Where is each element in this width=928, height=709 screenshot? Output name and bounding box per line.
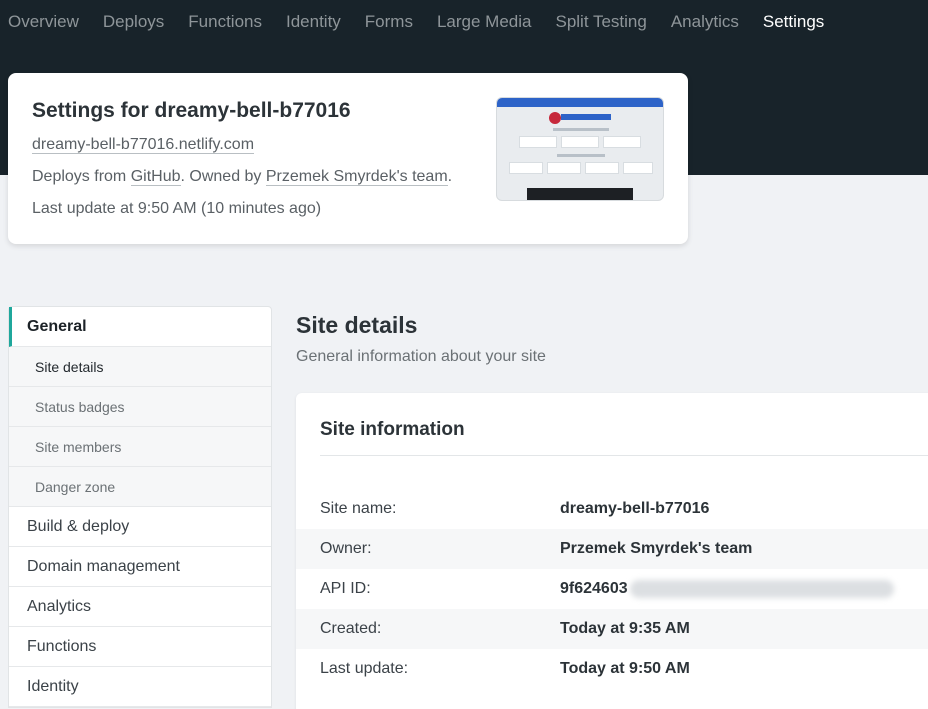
info-row-owner: Owner: Przemek Smyrdek's team	[296, 529, 928, 569]
sidebar-item-build-deploy[interactable]: Build & deploy	[9, 507, 271, 547]
sidebar-item-functions[interactable]: Functions	[9, 627, 271, 667]
nav-large-media[interactable]: Large Media	[437, 12, 532, 32]
sidebar-item-analytics[interactable]: Analytics	[9, 587, 271, 627]
thumbnail-card	[519, 136, 557, 148]
info-label: Owner:	[320, 540, 372, 557]
thumbnail-card	[547, 162, 581, 174]
api-id-visible: 9f624603	[560, 580, 628, 598]
sidebar-item-domain-management[interactable]: Domain management	[9, 547, 271, 587]
top-navigation: Overview Deploys Functions Identity Form…	[0, 0, 840, 44]
nav-forms[interactable]: Forms	[365, 12, 413, 32]
thumbnail-terminal	[527, 188, 633, 200]
nav-overview[interactable]: Overview	[8, 12, 79, 32]
thumbnail-heading	[553, 128, 609, 131]
nav-analytics[interactable]: Analytics	[671, 12, 739, 32]
sidebar-subitem-site-details[interactable]: Site details	[9, 347, 271, 387]
site-url-link[interactable]: dreamy-bell-b77016.netlify.com	[32, 136, 255, 154]
thumbnail-card	[603, 136, 641, 148]
info-label: Site name:	[320, 500, 397, 517]
settings-sidebar: General Site details Status badges Site …	[8, 306, 272, 708]
github-link[interactable]: GitHub	[130, 168, 181, 186]
site-information-card: Site information Site name: dreamy-bell-…	[296, 393, 928, 709]
owned-suffix: .	[447, 168, 453, 185]
info-value: Today at 9:50 AM	[560, 660, 690, 677]
sidebar-subitem-status-badges[interactable]: Status badges	[9, 387, 271, 427]
thumbnail-top-bar	[497, 98, 663, 107]
nav-deploys[interactable]: Deploys	[103, 12, 164, 32]
info-value-api-id: 9f624603	[560, 579, 894, 598]
info-label: Last update:	[320, 660, 409, 677]
site-screenshot-thumbnail[interactable]	[496, 97, 664, 201]
info-label: API ID:	[320, 580, 371, 597]
info-row-api-id: API ID: 9f624603	[296, 569, 928, 609]
info-row-last-update: Last update: Today at 9:50 AM	[296, 649, 928, 689]
card-divider	[320, 455, 928, 456]
site-url-line: dreamy-bell-b77016.netlify.com	[32, 136, 255, 154]
team-link[interactable]: Przemek Smyrdek's team	[265, 168, 448, 186]
thumbnail-card	[509, 162, 543, 174]
nav-identity[interactable]: Identity	[286, 12, 341, 32]
info-label: Created:	[320, 620, 382, 637]
sidebar-item-general[interactable]: General	[9, 307, 271, 347]
info-value: Przemek Smyrdek's team	[560, 540, 753, 557]
card-title: Site information	[320, 419, 465, 440]
deploys-prefix: Deploys from	[32, 168, 131, 185]
info-value: Today at 9:35 AM	[560, 620, 690, 637]
nav-split-testing[interactable]: Split Testing	[555, 12, 646, 32]
thumbnail-card	[585, 162, 619, 174]
site-summary-card: Settings for dreamy-bell-b77016 dreamy-b…	[8, 73, 688, 244]
info-value: dreamy-bell-b77016	[560, 500, 710, 517]
thumbnail-logo	[549, 112, 561, 124]
sidebar-subitem-site-members[interactable]: Site members	[9, 427, 271, 467]
info-row-site-name: Site name: dreamy-bell-b77016	[296, 489, 928, 529]
info-row-created: Created: Today at 9:35 AM	[296, 609, 928, 649]
thumbnail-card	[623, 162, 653, 174]
sidebar-subitem-danger-zone[interactable]: Danger zone	[9, 467, 271, 507]
section-title: Site details	[296, 312, 418, 338]
nav-settings[interactable]: Settings	[763, 12, 824, 32]
deploy-source-line: Deploys from GitHub. Owned by Przemek Sm…	[32, 168, 452, 186]
last-update-text: Last update at 9:50 AM (10 minutes ago)	[32, 200, 322, 217]
thumbnail-heading	[557, 154, 605, 157]
thumbnail-card	[561, 136, 599, 148]
nav-functions[interactable]: Functions	[188, 12, 262, 32]
api-id-redacted	[629, 579, 894, 598]
site-settings-title: Settings for dreamy-bell-b77016	[32, 99, 351, 122]
thumbnail-banner	[561, 114, 611, 120]
owned-prefix: . Owned by	[180, 168, 266, 185]
sidebar-item-identity[interactable]: Identity	[9, 667, 271, 707]
section-subtitle: General information about your site	[296, 348, 546, 365]
